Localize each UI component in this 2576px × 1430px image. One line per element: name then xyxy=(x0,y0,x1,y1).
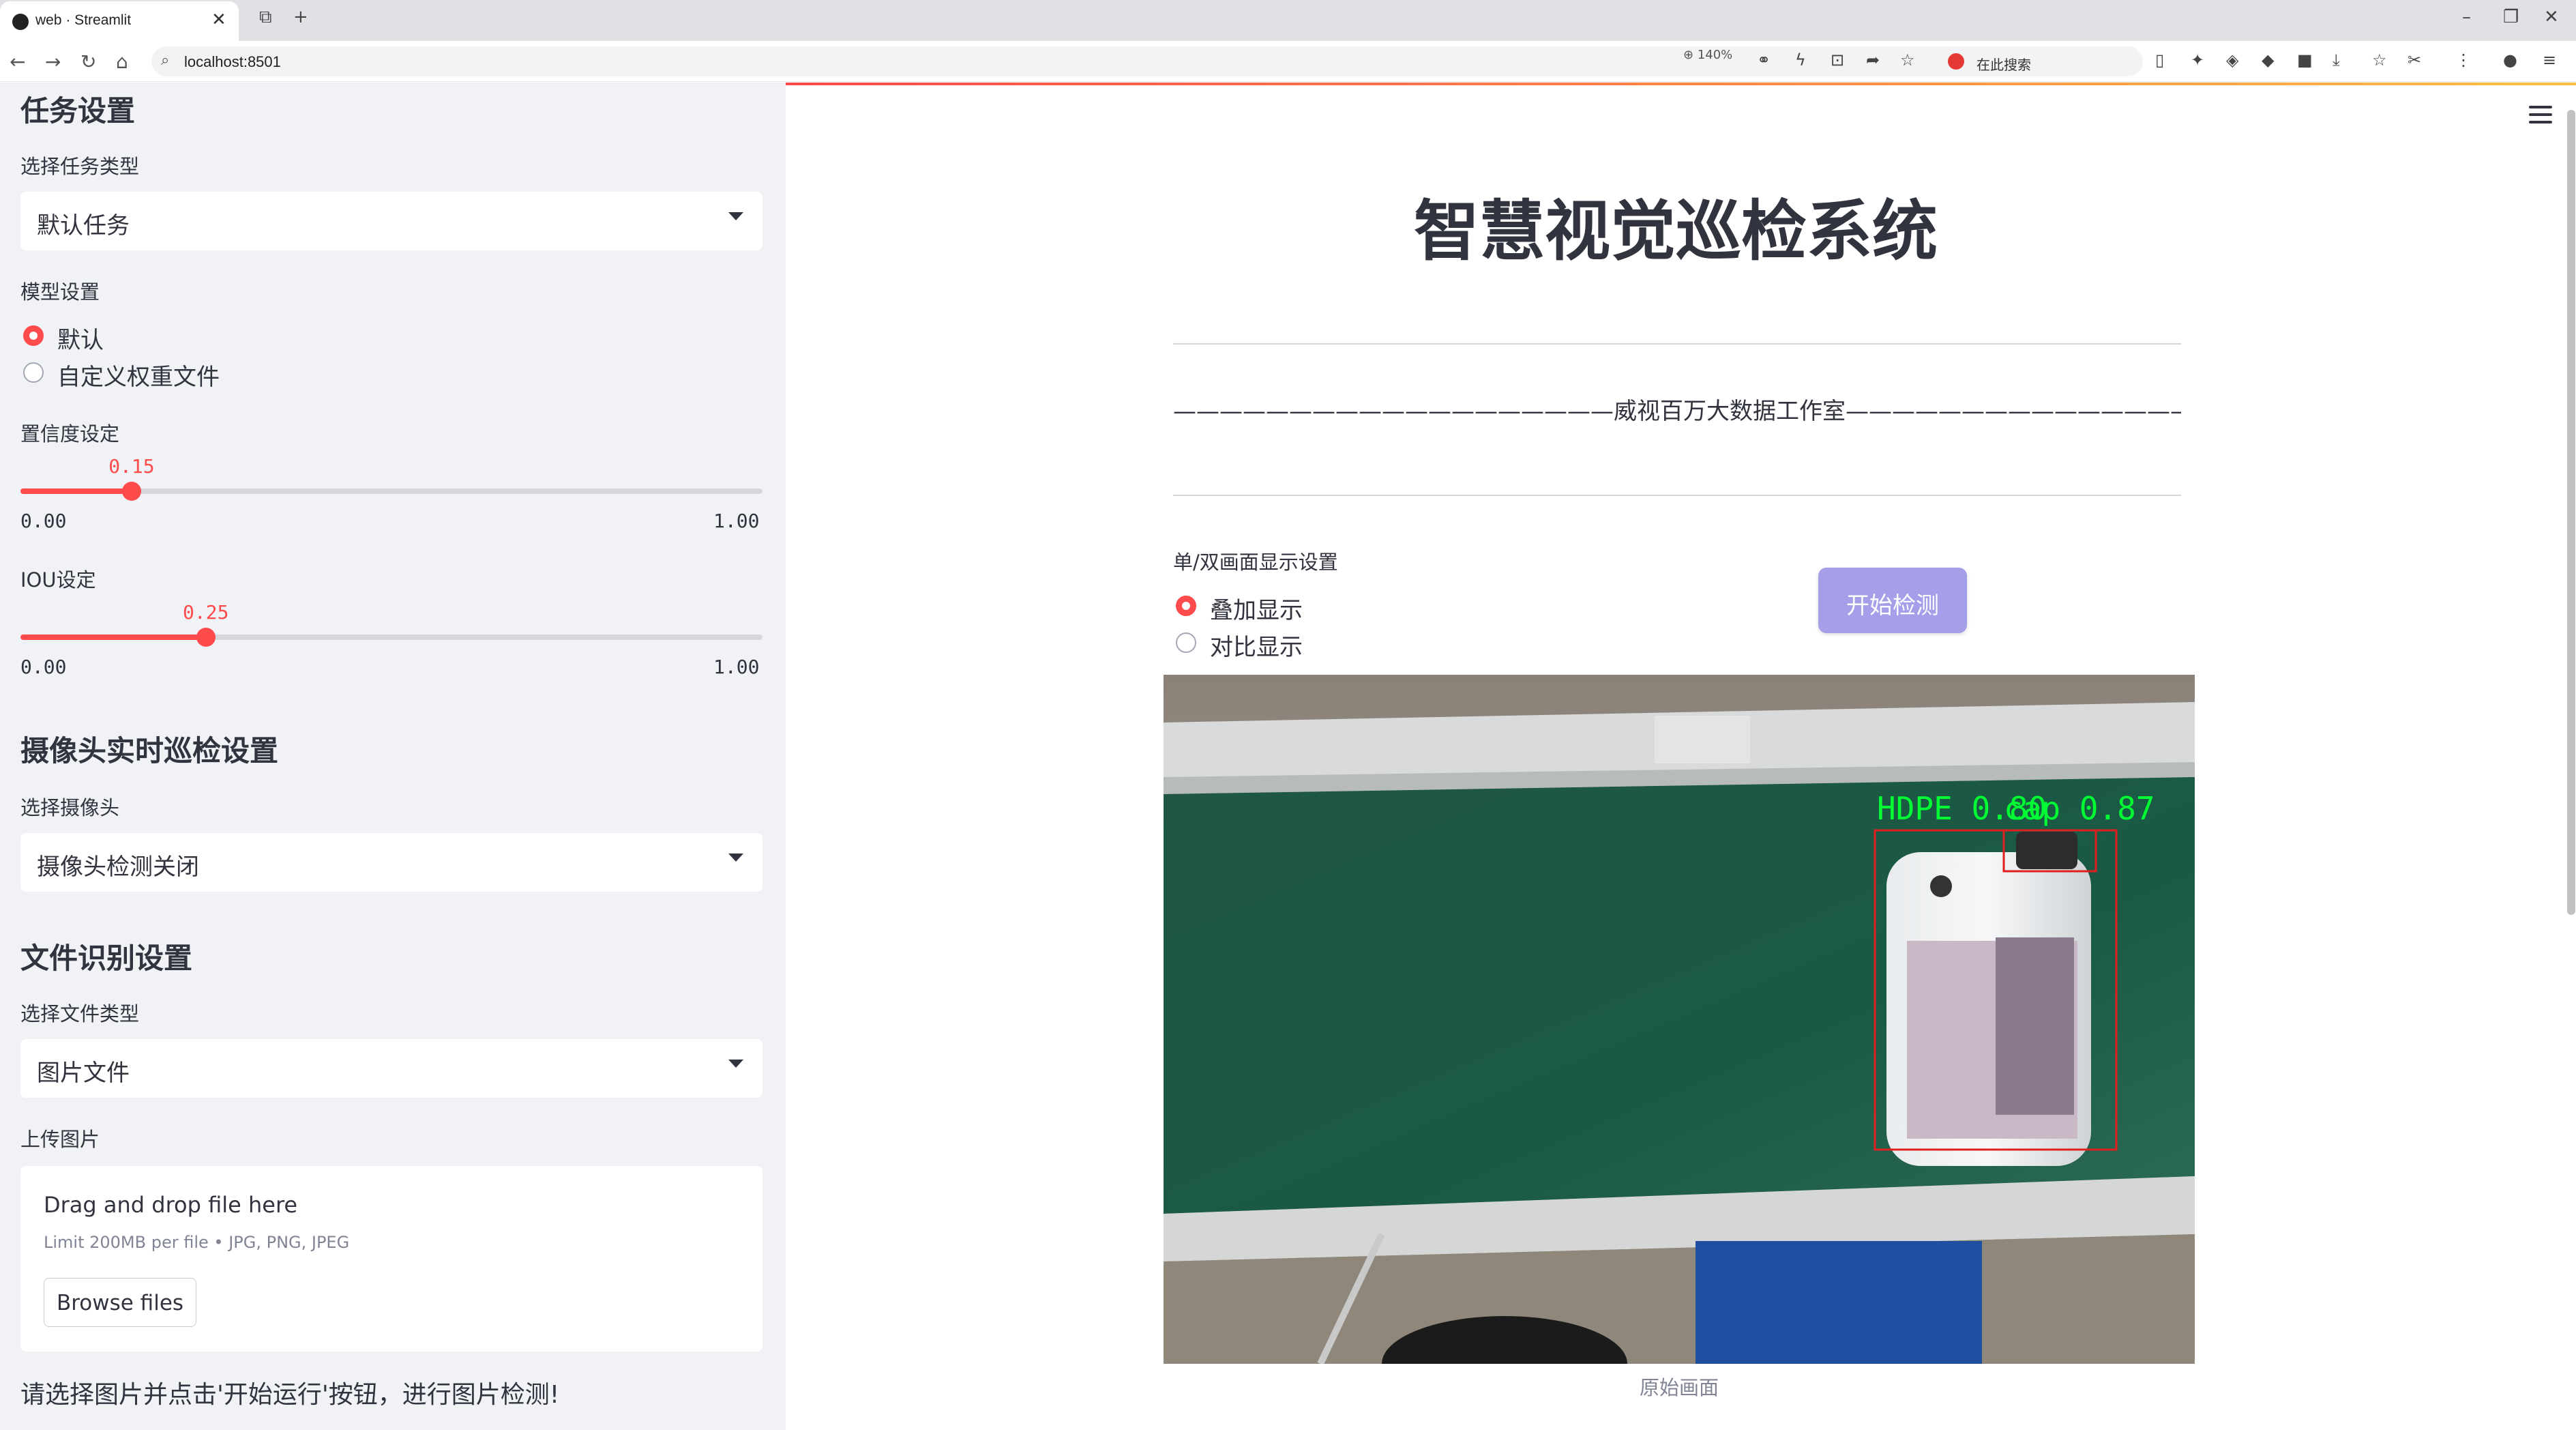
zoom-indicator[interactable]: ⊕ 140% xyxy=(1683,48,1732,62)
chevron-down-icon xyxy=(728,853,743,862)
new-tab-icon[interactable]: + xyxy=(293,7,308,27)
restore-icon[interactable]: ❐ xyxy=(2503,7,2519,27)
search-engine-logo xyxy=(1948,53,1964,70)
conveyor-scene: HDPE 0.80 cap 0.87 xyxy=(1164,675,2195,1364)
confidence-min: 0.00 xyxy=(20,510,67,532)
file-settings-heading: 文件识别设置 xyxy=(20,942,193,975)
menu-icon[interactable]: ≡ xyxy=(2543,50,2556,70)
studio-credit: ———————————————————威视百万大数据工作室———————————… xyxy=(1173,398,2181,425)
radio-unselected-icon xyxy=(1176,632,1196,653)
sidebar: 任务设置 选择任务类型 默认任务 模型设置 默认 自定义权重文件 置信度设定 0… xyxy=(0,83,786,1430)
chevron-down-icon xyxy=(728,212,743,220)
download-icon[interactable]: ⤓ xyxy=(2333,50,2340,70)
browser-tab[interactable]: web · Streamlit ✕ xyxy=(0,1,239,41)
bookmark-star-icon[interactable]: ☆ xyxy=(1900,50,1915,70)
divider xyxy=(1173,343,2181,345)
iou-min: 0.00 xyxy=(20,656,67,678)
browser-tab-bar: web · Streamlit ✕ ⧉ + – ❐ ✕ xyxy=(0,0,2576,41)
extension-icon[interactable]: ✦ xyxy=(2191,50,2204,70)
slider-fill xyxy=(20,488,132,494)
tab-groups-icon[interactable]: ⧉ xyxy=(259,7,272,28)
dropzone-title: Drag and drop file here xyxy=(44,1192,298,1218)
slider-fill xyxy=(20,634,206,640)
radio-label: 叠加显示 xyxy=(1210,597,1303,624)
radio-selected-icon xyxy=(23,325,44,346)
iou-value: 0.25 xyxy=(183,601,229,624)
browse-files-label: Browse files xyxy=(56,1291,184,1315)
radio-label: 默认 xyxy=(57,327,104,354)
slider-thumb[interactable] xyxy=(196,628,216,647)
back-icon[interactable]: ← xyxy=(10,50,25,73)
tools-icon[interactable]: ✂ xyxy=(2408,50,2421,70)
reload-icon[interactable]: ↻ xyxy=(80,50,96,73)
iou-max: 1.00 xyxy=(713,656,760,678)
url-text: localhost:8501 xyxy=(184,53,281,70)
radio-label: 对比显示 xyxy=(1210,634,1303,661)
scrollbar[interactable] xyxy=(2567,110,2575,915)
radio-unselected-icon xyxy=(23,362,44,383)
camera-select-value: 摄像头检测关闭 xyxy=(37,853,199,881)
home-icon[interactable]: ⌂ xyxy=(116,50,128,73)
share-icon[interactable]: ➦ xyxy=(1866,50,1880,70)
forward-icon[interactable]: → xyxy=(45,50,61,73)
display-mode-label: 单/双画面显示设置 xyxy=(1173,551,1338,574)
search-box[interactable]: 在此搜索 xyxy=(1938,48,2136,75)
window-close-icon[interactable]: ✕ xyxy=(2544,7,2559,27)
extension-icon[interactable]: ◈ xyxy=(2226,50,2238,70)
translate-icon[interactable]: ⚭ xyxy=(1757,50,1771,70)
task-settings-heading: 任务设置 xyxy=(20,94,136,128)
model-settings-label: 模型设置 xyxy=(20,280,100,304)
radio-selected-icon xyxy=(1176,596,1196,616)
detection-label-cap: cap 0.87 xyxy=(2004,790,2155,827)
task-type-select[interactable]: 默认任务 xyxy=(20,192,763,250)
page-title: 智慧视觉巡检系统 xyxy=(1414,193,1938,269)
start-detection-button[interactable]: 开始检测 xyxy=(1818,568,1967,633)
confidence-value: 0.15 xyxy=(108,455,155,478)
file-type-label: 选择文件类型 xyxy=(20,1002,140,1025)
camera-select-label: 选择摄像头 xyxy=(20,796,120,819)
search-icon: ⌕ xyxy=(161,52,170,69)
start-detection-label: 开始检测 xyxy=(1846,592,1939,619)
radio-label: 自定义权重文件 xyxy=(57,364,220,391)
extension-icon[interactable]: ◆ xyxy=(2262,50,2274,70)
minimize-icon[interactable]: – xyxy=(2462,7,2471,27)
camera-select[interactable]: 摄像头检测关闭 xyxy=(20,833,763,892)
slider-thumb[interactable] xyxy=(122,482,142,501)
streamlit-favicon-icon xyxy=(12,14,29,30)
file-type-select[interactable]: 图片文件 xyxy=(20,1039,763,1098)
chevron-down-icon xyxy=(728,1060,743,1068)
confidence-label: 置信度设定 xyxy=(20,422,120,446)
instruction-text: 请选择图片并点击'开始运行'按钮，进行图片检测! xyxy=(20,1381,560,1409)
iou-label: IOU设定 xyxy=(20,568,96,592)
confidence-slider[interactable] xyxy=(20,482,763,501)
image-caption: 原始画面 xyxy=(1639,1376,1719,1399)
zoom-level: 140% xyxy=(1697,48,1733,62)
browse-files-button[interactable]: Browse files xyxy=(44,1278,196,1327)
task-type-value: 默认任务 xyxy=(37,212,130,239)
iou-slider[interactable] xyxy=(20,628,763,647)
more-icon[interactable]: ⋮ xyxy=(2455,50,2472,70)
favorites-icon[interactable]: ☆ xyxy=(2372,50,2387,70)
detection-image: HDPE 0.80 cap 0.87 xyxy=(1164,675,2195,1364)
profile-avatar[interactable]: ● xyxy=(2503,50,2517,70)
screenshot-icon[interactable]: ⊡ xyxy=(1831,50,1844,70)
main-content: 智慧视觉巡检系统 ———————————————————威视百万大数据工作室——… xyxy=(786,83,2576,1430)
phone-icon[interactable]: ▯ xyxy=(2155,50,2164,70)
file-type-value: 图片文件 xyxy=(37,1060,130,1087)
upload-label: 上传图片 xyxy=(20,1128,100,1151)
address-toolbar: ← → ↻ ⌂ ⌕ localhost:8501 ⊕ 140% ⚭ ϟ ⊡ ➦ … xyxy=(0,41,2576,82)
file-dropzone[interactable]: Drag and drop file here Limit 200MB per … xyxy=(20,1166,763,1352)
extension-icon[interactable]: ■ xyxy=(2297,50,2313,70)
camera-settings-heading: 摄像头实时巡检设置 xyxy=(20,734,279,768)
dropzone-limit: Limit 200MB per file • JPG, PNG, JPEG xyxy=(44,1233,350,1252)
lightning-icon[interactable]: ϟ xyxy=(1795,50,1806,70)
hamburger-menu-icon[interactable] xyxy=(2529,106,2552,123)
search-placeholder: 在此搜索 xyxy=(1977,57,2031,73)
confidence-max: 1.00 xyxy=(713,510,760,532)
tab-close-icon[interactable]: ✕ xyxy=(211,10,226,30)
tab-title: web · Streamlit xyxy=(35,12,132,28)
top-decoration xyxy=(786,83,2576,85)
divider xyxy=(1173,495,2181,496)
task-type-label: 选择任务类型 xyxy=(20,155,140,178)
